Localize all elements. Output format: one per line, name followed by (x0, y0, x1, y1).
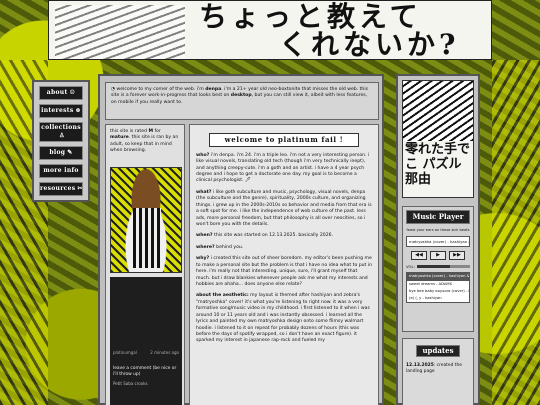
cross-circle-icon: ⊗ (75, 107, 81, 114)
para-when: when? this site was started on 12.13.202… (196, 233, 333, 239)
updates-box: updates 12.13.2025: created the landing … (402, 338, 474, 405)
figure-icon: ♙ (59, 132, 65, 139)
nav-resources[interactable]: resources ✂ (39, 182, 83, 196)
header-banner: ちょっと教えて くれないか? (48, 0, 492, 60)
volume-label: VOL: (406, 264, 415, 270)
para-where: where? behind you. (196, 244, 244, 250)
poster-text: 零れた手でこ パズル那由 (405, 142, 471, 187)
chat-user[interactable]: platinumgal (113, 350, 137, 356)
right-column: 零れた手でこ パズル那由 Music Player feast your ear… (396, 74, 480, 405)
nav-about[interactable]: about ☺ (39, 86, 83, 100)
smile-icon: ☺ (69, 89, 76, 96)
poster-art (403, 81, 473, 141)
pen-icon: 🖊 (245, 178, 251, 184)
character-portrait (110, 167, 182, 273)
play-button[interactable]: ▶ (430, 251, 446, 261)
nav-interests[interactable]: interests ⊗ (39, 104, 83, 118)
nav-collections[interactable]: collections ♙ (39, 122, 83, 142)
welcome-desktop: desktop (230, 93, 252, 99)
nav-blog[interactable]: blog ✎ (39, 146, 83, 160)
para-what: what? i like goth subculture and music, … (196, 189, 372, 228)
music-player-title: Music Player (406, 210, 470, 224)
banner-art (55, 5, 185, 59)
chat-message: leave a comment (be nice or i'll throw u… (113, 365, 177, 377)
playlist-item[interactable]: matryoshka (cover) - hashiyan & zebra (407, 273, 469, 281)
updates-title: updates (416, 345, 460, 357)
now-playing: matryoshka (cover) - hashiyan & zebra (406, 235, 470, 248)
site-nav: about ☺ interests ⊗ collections ♙ blog ✎ mor… (32, 80, 90, 202)
welcome-text: welcome to my corner of the web. i'm (116, 87, 206, 92)
page-title: welcome to platinum fail ! (209, 133, 359, 147)
pen-icon: ✎ (67, 149, 73, 156)
album-poster: 零れた手でこ パズル那由 (402, 80, 474, 198)
volume-row: VOL: (406, 264, 470, 269)
playlist-item[interactable]: sweet dreams - ADAMS (407, 281, 469, 288)
welcome-box: ◔ welcome to my corner of the web. i'm d… (105, 82, 379, 120)
main-frame: ◔ welcome to my corner of the web. i'm d… (98, 74, 384, 405)
chat-header: platinumgal 2 minutes ago (113, 350, 179, 356)
banner-text-line2: くれないか? (279, 28, 460, 60)
para-why: why? i created this site out of sheer bo… (196, 256, 372, 287)
welcome-name: denpa (205, 87, 222, 92)
chat-user-2[interactable]: Petit Saba crooks (113, 381, 179, 387)
player-controls: ◀◀ ▶ ▶▶ (406, 251, 470, 261)
left-sidebar: this site is rated M for mature. this si… (105, 124, 185, 405)
content-column[interactable]: welcome to platinum fail ! who? i'm denp… (189, 124, 379, 405)
next-button[interactable]: ▶▶ (449, 251, 465, 261)
clock-icon: ◔ (111, 87, 116, 92)
update-date: 12.13.2025 (406, 362, 434, 368)
banner-text-line1: ちょっと教えて (199, 0, 422, 33)
volume-slider[interactable] (416, 265, 470, 269)
music-player: Music Player feast your ears on these si… (402, 206, 474, 332)
playlist-item[interactable]: (e) (, y - hashiyan (407, 295, 469, 302)
music-player-subtitle: feast your ears on these sick beats (406, 227, 470, 232)
rating-notice: this site is rated M for mature. this si… (110, 129, 179, 154)
playlist-item[interactable]: bye bee baby aoyuora (cover) - hashiyan (407, 288, 469, 295)
chat-time: 2 minutes ago (150, 350, 179, 355)
update-entry: 12.13.2025: created the landing page (406, 363, 470, 375)
chatbox[interactable]: platinumgal 2 minutes ago leave a commen… (110, 277, 182, 405)
para-who: who? i'm denpa. i'm 24. i'm a triple leo… (196, 152, 370, 184)
para-aesthetic: about the aesthetic: my layout is themed… (196, 293, 370, 344)
prev-button[interactable]: ◀◀ (411, 251, 427, 261)
scissors-icon: ✂ (77, 185, 83, 192)
right-art-figure (492, 60, 540, 405)
playlist: matryoshka (cover) - hashiyan & zebraswe… (406, 272, 470, 304)
nav-more-info[interactable]: more info (39, 164, 83, 178)
volume-fill (416, 265, 450, 269)
